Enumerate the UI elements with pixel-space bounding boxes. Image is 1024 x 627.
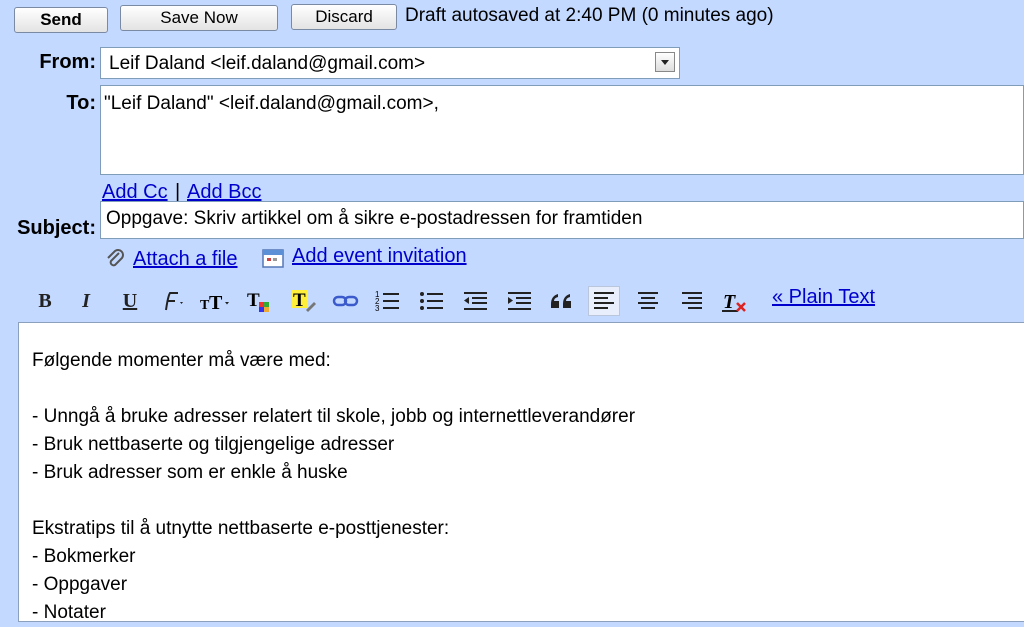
- subject-value: Oppgave: Skriv artikkel om å sikre e-pos…: [106, 208, 643, 229]
- paperclip-icon: [103, 247, 127, 271]
- body-line: - Oppgaver: [32, 574, 128, 595]
- chevron-down-icon[interactable]: [655, 52, 675, 72]
- svg-text:T: T: [723, 291, 736, 313]
- outdent-icon[interactable]: [461, 286, 491, 316]
- plain-text-link[interactable]: « Plain Text: [772, 286, 875, 309]
- message-body[interactable]: Følgende momenter må være med: - Unngå å…: [18, 322, 1024, 623]
- save-now-button[interactable]: Save Now: [120, 5, 278, 31]
- bold-label: B: [38, 289, 52, 312]
- body-line: - Unngå å bruke adresser relatert til sk…: [32, 406, 636, 427]
- font-icon[interactable]: [158, 286, 188, 316]
- autosave-status: Draft autosaved at 2:40 PM (0 minutes ag…: [405, 5, 774, 26]
- to-field[interactable]: "Leif Daland" <leif.daland@gmail.com>,: [100, 85, 1024, 175]
- body-line: - Bruk nettbaserte og tilgjengelige adre…: [32, 434, 395, 455]
- body-line: - Bruk adresser som er enkle å huske: [32, 462, 348, 483]
- bold-button[interactable]: B: [33, 286, 57, 316]
- svg-text:T: T: [209, 292, 223, 314]
- add-event-invitation-link[interactable]: Add event invitation: [292, 245, 467, 268]
- indent-icon[interactable]: [505, 286, 535, 316]
- body-line: Ekstratips til å utnytte nettbaserte e-p…: [32, 518, 450, 539]
- remove-formatting-icon[interactable]: T: [720, 286, 750, 316]
- numbered-list-icon[interactable]: 123: [373, 286, 403, 316]
- calendar-icon: [261, 247, 285, 269]
- subject-input[interactable]: Oppgave: Skriv artikkel om å sikre e-pos…: [100, 201, 1024, 239]
- from-select[interactable]: Leif Daland <leif.daland@gmail.com>: [100, 47, 680, 79]
- svg-text:T: T: [247, 290, 260, 311]
- body-line: - Notater: [32, 602, 106, 623]
- svg-text:3: 3: [375, 304, 380, 313]
- align-left-icon[interactable]: [588, 286, 620, 316]
- from-value: Leif Daland <leif.daland@gmail.com>: [109, 53, 426, 74]
- text-color-icon[interactable]: T: [245, 286, 275, 316]
- body-line: [32, 375, 1024, 403]
- underline-button[interactable]: U: [118, 286, 142, 316]
- discard-button[interactable]: Discard: [291, 4, 397, 30]
- align-center-icon[interactable]: [633, 286, 663, 316]
- svg-text:T: T: [293, 290, 306, 311]
- to-label: To:: [66, 92, 96, 114]
- subject-label: Subject:: [17, 217, 96, 239]
- body-line: Følgende momenter må være med:: [32, 350, 331, 371]
- link-icon[interactable]: [331, 286, 361, 316]
- body-line: [32, 487, 1024, 515]
- underline-label: U: [122, 289, 138, 312]
- send-button[interactable]: Send: [14, 7, 108, 33]
- highlight-color-icon[interactable]: T: [290, 286, 320, 316]
- align-right-icon[interactable]: [677, 286, 707, 316]
- from-label: From:: [39, 51, 96, 73]
- font-size-icon[interactable]: TT: [199, 286, 231, 316]
- italic-button[interactable]: I: [74, 286, 98, 316]
- quote-icon[interactable]: [548, 286, 576, 316]
- italic-label: I: [82, 289, 90, 312]
- body-line: - Bokmerker: [32, 546, 136, 567]
- to-value: "Leif Daland" <leif.daland@gmail.com>,: [104, 93, 439, 114]
- bulleted-list-icon[interactable]: [417, 286, 447, 316]
- attach-file-link[interactable]: Attach a file: [133, 248, 238, 271]
